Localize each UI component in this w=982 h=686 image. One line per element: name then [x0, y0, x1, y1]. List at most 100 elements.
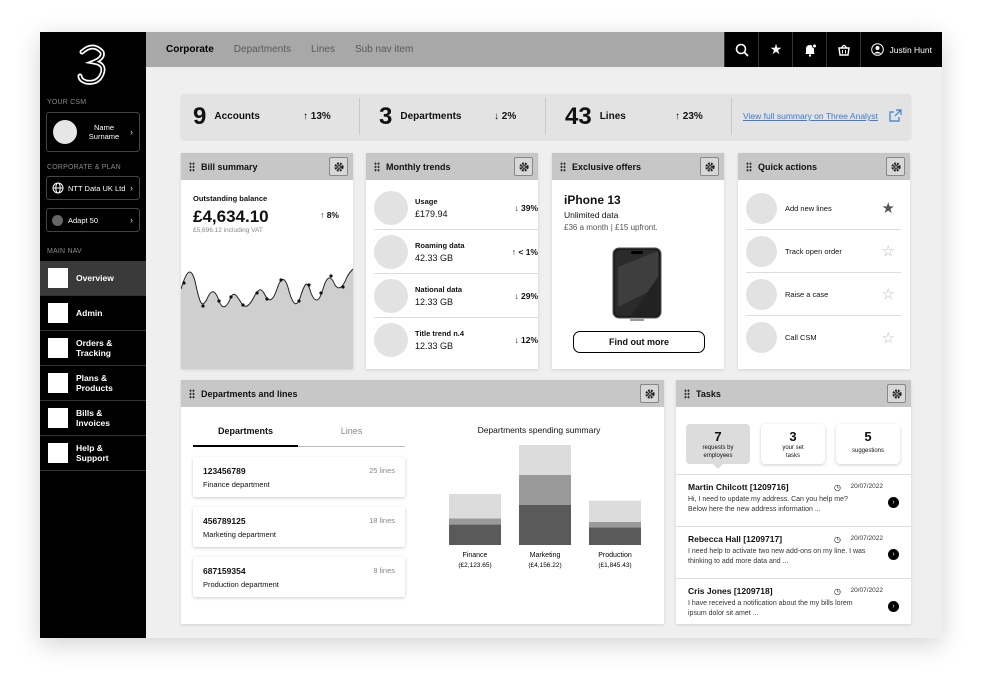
- clock-icon: ◷: [834, 535, 841, 544]
- kpi-departments: 3 Departments: [379, 102, 462, 130]
- search-button[interactable]: [724, 32, 759, 67]
- task-count-set-tasks[interactable]: 3 your set tasks: [761, 424, 825, 464]
- chevron-right-icon: ›: [130, 215, 133, 225]
- balance-trend: ↑ 8%: [320, 210, 339, 220]
- category-label: Finance: [463, 552, 488, 559]
- plan-dot-icon: [52, 214, 63, 226]
- star-filled-icon[interactable]: ★: [882, 199, 895, 217]
- balance-label: Outstanding balance: [193, 194, 268, 203]
- task-item[interactable]: Rebecca Hall [1209717] ◷ 20/07/2022 I ne…: [676, 526, 911, 578]
- offer-line-1: Unlimited data: [564, 210, 619, 220]
- tab-sub-nav-item[interactable]: Sub nav item: [355, 44, 413, 55]
- balance-amount: £4,634.10: [193, 207, 269, 226]
- bar-marketing-segment-1: [519, 475, 571, 505]
- drag-handle-icon[interactable]: [374, 161, 380, 172]
- quick-action-raise-case[interactable]: Raise a case ☆: [746, 273, 901, 316]
- department-item[interactable]: 123456789 Finance department 25 lines: [193, 457, 405, 497]
- quick-action-call-csm[interactable]: Call CSM ☆: [746, 316, 901, 359]
- basket-button[interactable]: [826, 32, 861, 67]
- value-label: (£2,123.65): [458, 562, 491, 569]
- exclusive-offers-card: Exclusive offers iPhone 13 Unlimited dat…: [552, 153, 724, 369]
- kpi-lines-trend: ↑ 23%: [675, 111, 703, 122]
- category-label: Marketing: [530, 552, 561, 559]
- phone-image: [612, 247, 662, 321]
- value-label: (£4,156.22): [528, 562, 561, 569]
- trend-row[interactable]: National data 12.33 GB ↓ 29%: [374, 274, 538, 318]
- gear-icon[interactable]: [887, 384, 906, 403]
- three-logo[interactable]: [74, 44, 112, 88]
- nav-item-overview[interactable]: Overview: [40, 261, 146, 296]
- gear-icon[interactable]: [329, 157, 348, 176]
- find-out-more-button[interactable]: Find out more: [573, 331, 705, 353]
- quick-action-track-order[interactable]: Track open order ☆: [746, 230, 901, 273]
- tab-corporate[interactable]: Corporate: [166, 44, 214, 55]
- task-count-suggestions[interactable]: 5 suggestions: [836, 424, 900, 464]
- card-header: Monthly trends: [366, 153, 538, 180]
- task-item[interactable]: Martin Chilcott [1209716] ◷ 20/07/2022 H…: [676, 474, 911, 526]
- tab-departments[interactable]: Departments: [234, 44, 291, 55]
- nav-icon: [48, 268, 68, 288]
- nav-item-bills[interactable]: Bills & Invoices: [40, 401, 146, 436]
- gear-icon[interactable]: [514, 157, 533, 176]
- sidebar: YOUR CSM Name Surname › CORPORATE & PLAN…: [40, 32, 146, 638]
- trend-row[interactable]: Roaming data 42.33 GB ↑ < 1%: [374, 230, 538, 274]
- nav-item-plans[interactable]: Plans & Products: [40, 366, 146, 401]
- task-count-requests[interactable]: 7 requests by employees: [686, 424, 750, 464]
- bar-production-segment-1: [589, 521, 641, 528]
- card-header: Bill summary: [181, 153, 353, 180]
- tab-lines[interactable]: Lines: [311, 44, 335, 55]
- user-menu[interactable]: Justin Hunt: [860, 32, 942, 67]
- tab-departments[interactable]: Departments: [193, 423, 298, 447]
- gear-icon[interactable]: [700, 157, 719, 176]
- plan-selector[interactable]: Adapt 50 ›: [46, 208, 140, 232]
- drag-handle-icon[interactable]: [746, 161, 752, 172]
- external-link-icon[interactable]: [889, 109, 902, 122]
- drag-handle-icon[interactable]: [189, 161, 195, 172]
- nav-icon: [48, 303, 68, 323]
- department-spending-chart: Finance (£2,123.65) Marketing (£4,156.22) Pr…: [449, 445, 641, 569]
- nav-item-admin[interactable]: Admin: [40, 296, 146, 331]
- arrow-right-icon[interactable]: ›: [888, 497, 899, 508]
- drag-handle-icon[interactable]: [684, 388, 690, 399]
- nav-item-orders[interactable]: Orders & Tracking: [40, 331, 146, 366]
- csm-section-label: YOUR CSM: [47, 99, 87, 106]
- balance-sparkline: [181, 268, 353, 369]
- department-item[interactable]: 687159354 Production department 8 lines: [193, 557, 405, 597]
- company-name: NTT Data UK Ltd: [68, 183, 126, 193]
- drag-handle-icon[interactable]: [189, 388, 195, 399]
- nav-icon: [48, 373, 68, 393]
- three-analyst-link[interactable]: View full summary on Three Analyst: [743, 111, 878, 121]
- nav-item-help[interactable]: Help & Support: [40, 436, 146, 471]
- chart-title: Departments spending summary: [477, 425, 601, 435]
- star-outline-icon[interactable]: ☆: [882, 285, 895, 303]
- quick-action-add-lines[interactable]: Add new lines ★: [746, 187, 901, 230]
- trend-row[interactable]: Usage £179.94 ↓ 39%: [374, 186, 538, 230]
- user-name: Justin Hunt: [889, 44, 932, 55]
- task-item[interactable]: Cris Jones [1209718] ◷ 20/07/2022 I have…: [676, 578, 911, 624]
- card-header: Exclusive offers: [552, 153, 724, 180]
- kpi-departments-trend: ↓ 2%: [494, 111, 517, 122]
- clock-icon: ◷: [834, 587, 841, 596]
- action-avatar: [746, 278, 777, 310]
- csm-card[interactable]: Name Surname ›: [46, 112, 140, 152]
- company-selector[interactable]: NTT Data UK Ltd ›: [46, 176, 140, 200]
- tab-lines[interactable]: Lines: [298, 423, 405, 447]
- drag-handle-icon[interactable]: [560, 161, 566, 172]
- gear-icon[interactable]: [640, 384, 659, 403]
- gear-icon[interactable]: [886, 157, 905, 176]
- arrow-right-icon[interactable]: ›: [888, 601, 899, 612]
- kpi-lines: 43 Lines: [565, 102, 626, 130]
- quick-actions-card: Quick actions Add new lines ★ Track open …: [738, 153, 910, 369]
- notifications-button[interactable]: [792, 32, 827, 67]
- department-item[interactable]: 456789125 Marketing department 18 lines: [193, 507, 405, 547]
- arrow-right-icon[interactable]: ›: [888, 549, 899, 560]
- favourites-button[interactable]: ★: [758, 32, 793, 67]
- user-icon: [871, 43, 885, 56]
- star-outline-icon[interactable]: ☆: [882, 329, 895, 347]
- offer-product: iPhone 13: [564, 193, 621, 207]
- kpi-accounts: 9 Accounts: [193, 102, 260, 130]
- trend-row[interactable]: Title trend n.4 12.33 GB ↓ 12%: [374, 318, 538, 362]
- star-outline-icon[interactable]: ☆: [882, 242, 895, 260]
- balance-vat: £5,696.12 including VAT: [193, 227, 263, 234]
- kpi-bar: 9 Accounts ↑ 13% 3 Departments ↓ 2% 43 Line…: [181, 94, 911, 139]
